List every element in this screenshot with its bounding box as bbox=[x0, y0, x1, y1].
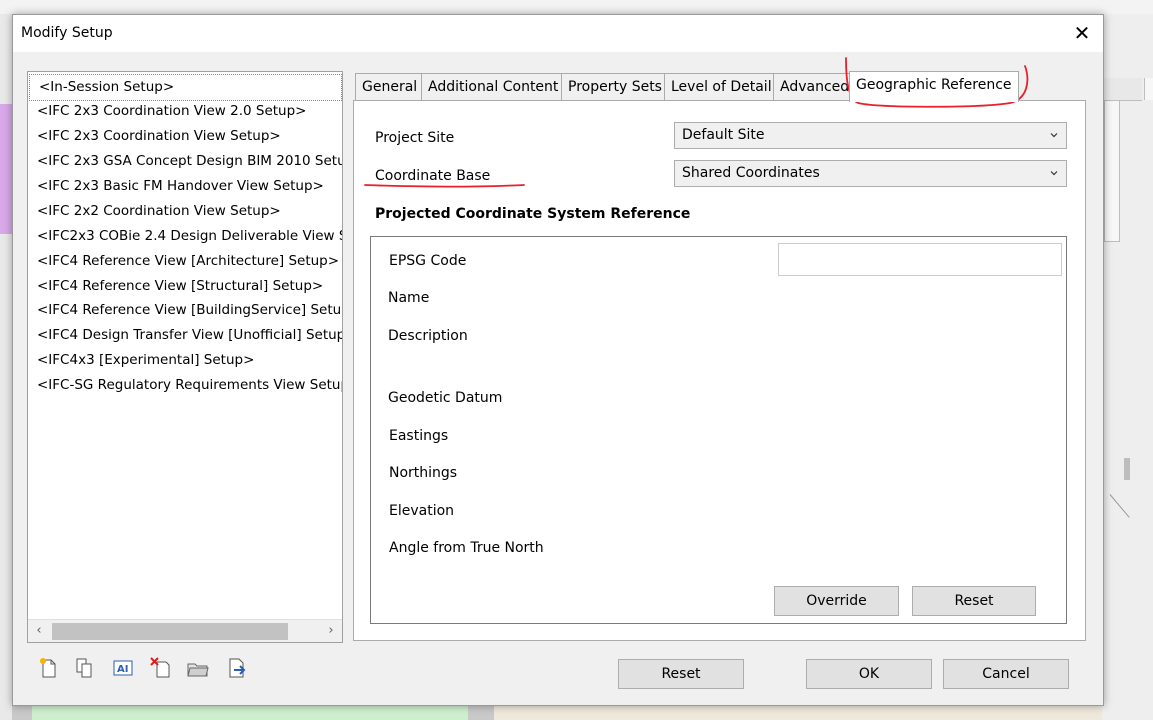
scroll-left-icon[interactable]: ‹ bbox=[28, 620, 50, 642]
background-scroll-thumb bbox=[1124, 458, 1130, 480]
ok-button[interactable]: OK bbox=[806, 659, 932, 689]
background-view-strip bbox=[1104, 100, 1120, 242]
setup-list-item[interactable]: <In-Session Setup> bbox=[29, 74, 342, 101]
export-setup-icon[interactable] bbox=[225, 656, 249, 680]
tab-advanced[interactable]: Advanced bbox=[773, 73, 857, 101]
description-label: Description bbox=[388, 328, 468, 344]
background-green-region bbox=[32, 704, 468, 720]
scrollbar-thumb[interactable] bbox=[52, 623, 288, 640]
pcs-groupbox: EPSG Code Name Description Geodetic Datu… bbox=[370, 236, 1067, 624]
setup-list-item[interactable]: <IFC 2x3 Coordination View 2.0 Setup> bbox=[28, 99, 342, 124]
background-left-panel bbox=[0, 14, 12, 720]
new-setup-icon[interactable] bbox=[37, 656, 61, 680]
geodetic-datum-label: Geodetic Datum bbox=[388, 390, 503, 406]
override-button[interactable]: Override bbox=[774, 586, 899, 616]
setup-list-horizontal-scrollbar[interactable]: ‹ › bbox=[28, 619, 342, 642]
setup-list-item[interactable]: <IFC4x3 [Experimental] Setup> bbox=[28, 348, 342, 373]
delete-setup-icon[interactable] bbox=[149, 656, 173, 680]
setup-list-item[interactable]: <IFC 2x2 Coordination View Setup> bbox=[28, 199, 342, 224]
setup-list-item[interactable]: <IFC4 Design Transfer View [Unofficial] … bbox=[28, 323, 342, 348]
angle-from-true-north-label: Angle from True North bbox=[389, 540, 544, 556]
close-icon[interactable]: ✕ bbox=[1067, 19, 1097, 47]
tab-additional-content[interactable]: Additional Content bbox=[421, 73, 566, 101]
epsg-code-input[interactable] bbox=[778, 243, 1062, 276]
eastings-label: Eastings bbox=[389, 428, 449, 444]
pcs-heading: Projected Coordinate System Reference bbox=[375, 206, 691, 222]
background-right-panel bbox=[1102, 14, 1153, 720]
setup-list-item[interactable]: <IFC4 Reference View [Structural] Setup> bbox=[28, 274, 342, 299]
coordinate-base-label: Coordinate Base bbox=[375, 168, 491, 184]
tab-general[interactable]: General bbox=[355, 73, 425, 101]
background-drawing-line bbox=[1109, 494, 1130, 518]
setup-list[interactable]: <In-Session Setup> <IFC 2x3 Coordination… bbox=[27, 71, 343, 643]
scroll-right-icon[interactable]: › bbox=[320, 620, 342, 642]
setup-list-item[interactable]: <IFC 2x3 Coordination View Setup> bbox=[28, 124, 342, 149]
epsg-code-label: EPSG Code bbox=[389, 253, 467, 269]
background-purple-region bbox=[0, 104, 12, 234]
setup-list-item[interactable]: <IFC4 Reference View [Architecture] Setu… bbox=[28, 249, 342, 274]
northings-label: Northings bbox=[389, 465, 458, 481]
geo-reset-button[interactable]: Reset bbox=[912, 586, 1036, 616]
setup-list-item[interactable]: <IFC2x3 COBie 2.4 Design Deliverable Vie… bbox=[28, 224, 342, 249]
dialog-titlebar[interactable]: Modify Setup ✕ bbox=[13, 15, 1103, 52]
geographic-reference-panel: Project Site Default Site Coordinate Bas… bbox=[353, 100, 1086, 641]
background-panel-header bbox=[1102, 78, 1142, 101]
background-toolbar bbox=[0, 0, 1153, 14]
tab-geographic-reference[interactable]: Geographic Reference bbox=[849, 71, 1019, 102]
setup-list-item[interactable]: <IFC-SG Regulatory Requirements View Set… bbox=[28, 373, 342, 398]
setup-list-item[interactable]: <IFC 2x3 Basic FM Handover View Setup> bbox=[28, 174, 342, 199]
duplicate-setup-icon[interactable] bbox=[73, 656, 97, 680]
background-panel-tab bbox=[1144, 78, 1153, 100]
name-label: Name bbox=[388, 290, 430, 306]
coordinate-base-value: Shared Coordinates bbox=[682, 165, 820, 181]
setup-list-item[interactable]: <IFC4 Reference View [BuildingService] S… bbox=[28, 298, 342, 323]
chevron-down-icon bbox=[1050, 171, 1058, 176]
background-beige-region bbox=[494, 704, 1102, 720]
modify-setup-dialog: Modify Setup ✕ <In-Session Setup> <IFC 2… bbox=[12, 14, 1104, 706]
cancel-button[interactable]: Cancel bbox=[943, 659, 1069, 689]
reset-button[interactable]: Reset bbox=[618, 659, 744, 689]
chevron-down-icon bbox=[1050, 133, 1058, 138]
project-site-label: Project Site bbox=[375, 130, 455, 146]
elevation-label: Elevation bbox=[389, 503, 455, 519]
project-site-select[interactable]: Default Site bbox=[674, 122, 1067, 149]
coordinate-base-select[interactable]: Shared Coordinates bbox=[674, 160, 1067, 187]
dialog-title: Modify Setup bbox=[21, 25, 113, 41]
project-site-value: Default Site bbox=[682, 127, 765, 143]
setup-list-item[interactable]: <IFC 2x3 GSA Concept Design BIM 2010 Set… bbox=[28, 149, 342, 174]
import-setup-icon[interactable] bbox=[186, 656, 210, 680]
tab-property-sets[interactable]: Property Sets bbox=[561, 73, 669, 101]
svg-text:AI: AI bbox=[117, 664, 128, 675]
rename-setup-icon[interactable]: AI bbox=[111, 656, 135, 680]
tab-level-of-detail[interactable]: Level of Detail bbox=[664, 73, 779, 101]
